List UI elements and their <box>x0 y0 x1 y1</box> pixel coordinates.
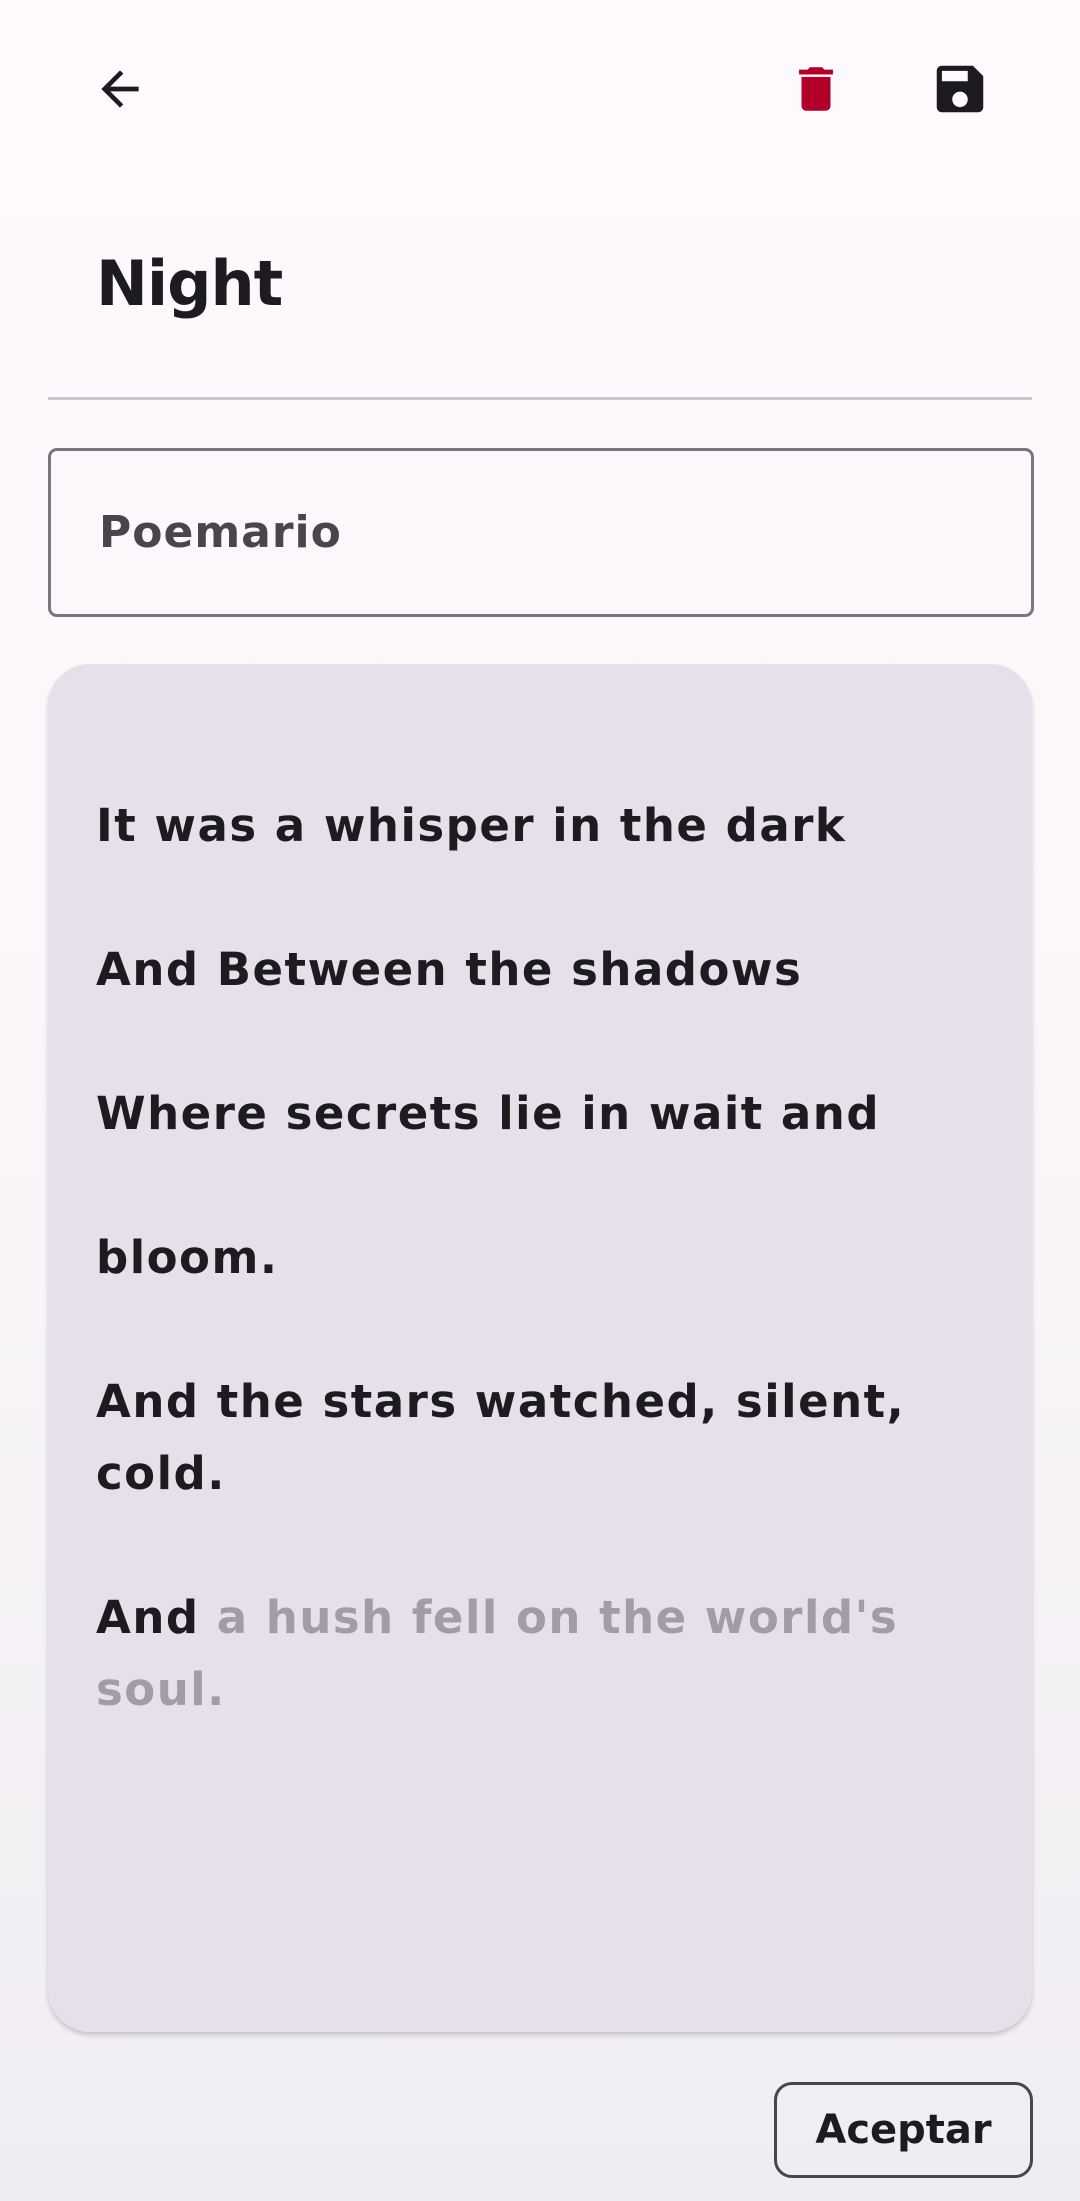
poem-line: bloom. <box>96 1231 279 1284</box>
arrow-left-icon <box>101 70 139 108</box>
collection-field[interactable]: Poemario <box>48 448 1034 617</box>
poem-line-current: And a hush fell on the world's soul. <box>96 1582 996 1726</box>
top-app-bar <box>0 0 1080 180</box>
poem-title[interactable]: Night <box>96 240 283 328</box>
collection-value: Poemario <box>99 507 342 558</box>
delete-button[interactable] <box>768 41 864 137</box>
poem-editor[interactable]: It was a whisper in the dark And Between… <box>48 664 1032 2032</box>
save-button[interactable] <box>912 41 1008 137</box>
back-button[interactable] <box>72 41 168 137</box>
typed-text: And <box>96 1591 217 1644</box>
autocomplete-suggestion[interactable]: a hush fell on the world's soul. <box>96 1591 898 1716</box>
poem-line: Where secrets lie in wait and <box>96 1087 881 1140</box>
poem-line: And the stars watched, silent, cold. <box>96 1375 906 1500</box>
poem-body[interactable]: It was a whisper in the dark And Between… <box>96 718 996 1798</box>
divider <box>48 397 1032 400</box>
poem-line: And Between the shadows <box>96 943 803 996</box>
poem-line: It was a whisper in the dark <box>96 799 847 852</box>
trash-icon <box>799 67 833 111</box>
floppy-disk-icon <box>936 65 984 113</box>
accept-button[interactable]: Aceptar <box>774 2082 1033 2178</box>
